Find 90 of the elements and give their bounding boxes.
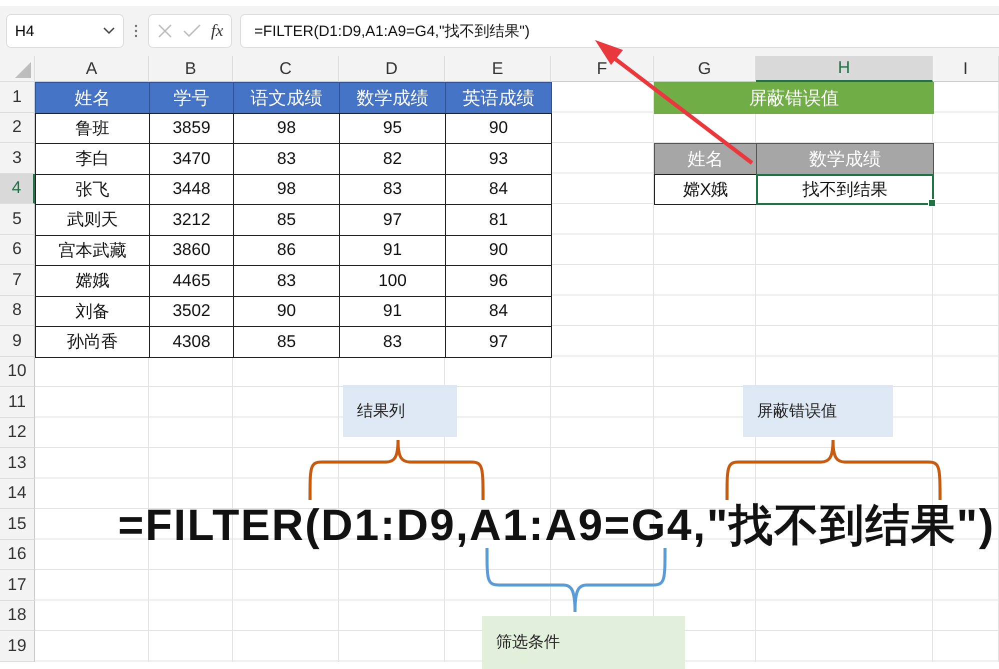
table-cell[interactable]: 嫦X娥	[654, 174, 757, 205]
row-header[interactable]: 17	[0, 570, 35, 600]
row-header[interactable]: 15	[0, 509, 35, 540]
column-header[interactable]: C	[233, 56, 339, 82]
table-cell: 83	[233, 265, 340, 296]
table-cell: 83	[339, 326, 446, 358]
table-cell: 宫本武藏	[35, 234, 150, 266]
row-header[interactable]: 5	[0, 204, 35, 234]
table-cell: 91	[339, 234, 446, 266]
table-header-cell: 姓名	[35, 82, 150, 114]
row-header[interactable]: 10	[0, 356, 35, 387]
table-cell: 张飞	[35, 174, 150, 205]
row-header[interactable]: 18	[0, 600, 35, 631]
table-cell[interactable]: 找不到结果	[756, 174, 934, 205]
table-cell: 86	[233, 234, 340, 266]
row-header[interactable]: 14	[0, 478, 35, 509]
column-header[interactable]: E	[445, 56, 551, 82]
row-header[interactable]: 11	[0, 387, 35, 418]
table-cell: 93	[445, 143, 552, 174]
row-header[interactable]: 19	[0, 631, 35, 662]
column-header[interactable]: F	[551, 56, 654, 82]
table-cell: 李白	[35, 143, 150, 174]
row-header[interactable]: 13	[0, 448, 35, 478]
table-header-cell: 英语成绩	[445, 82, 552, 114]
merged-title-cell: 屏蔽错误值	[654, 82, 934, 114]
table-header-cell: 数学成绩	[756, 143, 934, 174]
table-cell: 85	[233, 326, 340, 358]
table-cell: 90	[445, 112, 552, 144]
table-cell: 83	[339, 174, 446, 205]
table-header-cell: 数学成绩	[339, 82, 446, 114]
table-cell: 刘备	[35, 296, 150, 327]
table-cell: 98	[233, 174, 340, 205]
table-cell: 4308	[149, 326, 234, 358]
table-cell: 82	[339, 143, 446, 174]
table-cell: 武则天	[35, 204, 150, 236]
table-cell: 3448	[149, 174, 234, 205]
row-header[interactable]: 7	[0, 265, 35, 296]
table-cell: 嫦娥	[35, 265, 150, 296]
row-header[interactable]: 16	[0, 540, 35, 570]
row-header[interactable]: 8	[0, 296, 35, 326]
table-cell: 3470	[149, 143, 234, 174]
annotation-label: 筛选条件	[482, 616, 685, 669]
table-cell: 81	[445, 204, 552, 236]
table-cell: 3859	[149, 112, 234, 144]
table-cell: 4465	[149, 265, 234, 296]
column-header[interactable]: B	[149, 56, 233, 82]
row-header[interactable]: 2	[0, 112, 35, 143]
insert-function-button[interactable]: fx	[211, 21, 224, 41]
name-box[interactable]: H4	[6, 14, 124, 48]
row-header[interactable]: 3	[0, 143, 35, 174]
table-cell: 85	[233, 204, 340, 236]
formula-input[interactable]: =FILTER(D1:D9,A1:A9=G4,"找不到结果")	[240, 14, 999, 48]
table-cell: 96	[445, 265, 552, 296]
table-cell: 97	[445, 326, 552, 358]
table-cell: 97	[339, 204, 446, 236]
table-cell: 90	[445, 234, 552, 266]
table-cell: 83	[233, 143, 340, 174]
row-header[interactable]: 9	[0, 326, 35, 356]
column-header[interactable]: I	[933, 56, 999, 82]
table-cell: 孙尚香	[35, 326, 150, 358]
chevron-down-icon	[103, 27, 115, 35]
column-header[interactable]: H	[756, 56, 933, 82]
table-header-cell: 学号	[149, 82, 234, 114]
table-cell: 100	[339, 265, 446, 296]
cancel-icon[interactable]	[157, 23, 173, 39]
table-cell: 95	[339, 112, 446, 144]
annotation-label: 屏蔽错误值	[743, 385, 893, 437]
row-header[interactable]: 6	[0, 234, 35, 265]
row-header[interactable]: 12	[0, 418, 35, 448]
table-cell: 84	[445, 174, 552, 205]
table-cell: 3212	[149, 204, 234, 236]
table-cell: 90	[233, 296, 340, 327]
column-header[interactable]: G	[654, 56, 756, 82]
table-cell: 98	[233, 112, 340, 144]
annotation-label: 结果列	[343, 385, 457, 437]
table-cell: 84	[445, 296, 552, 327]
table-cell: 91	[339, 296, 446, 327]
formula-annotation: =FILTER(D1:D9,A1:A9=G4,"找不到结果")	[118, 500, 996, 552]
row-header[interactable]: 1	[0, 82, 35, 112]
table-cell: 鲁班	[35, 112, 150, 144]
check-icon[interactable]	[183, 24, 201, 38]
more-vertical-icon	[134, 24, 138, 38]
table-header-cell: 姓名	[654, 143, 757, 174]
column-header[interactable]: A	[35, 56, 149, 82]
table-cell: 3860	[149, 234, 234, 266]
select-all-icon[interactable]	[15, 62, 31, 78]
table-cell: 3502	[149, 296, 234, 327]
column-header[interactable]: D	[339, 56, 445, 82]
row-header[interactable]: 4	[0, 174, 35, 204]
table-header-cell: 语文成绩	[233, 82, 340, 114]
